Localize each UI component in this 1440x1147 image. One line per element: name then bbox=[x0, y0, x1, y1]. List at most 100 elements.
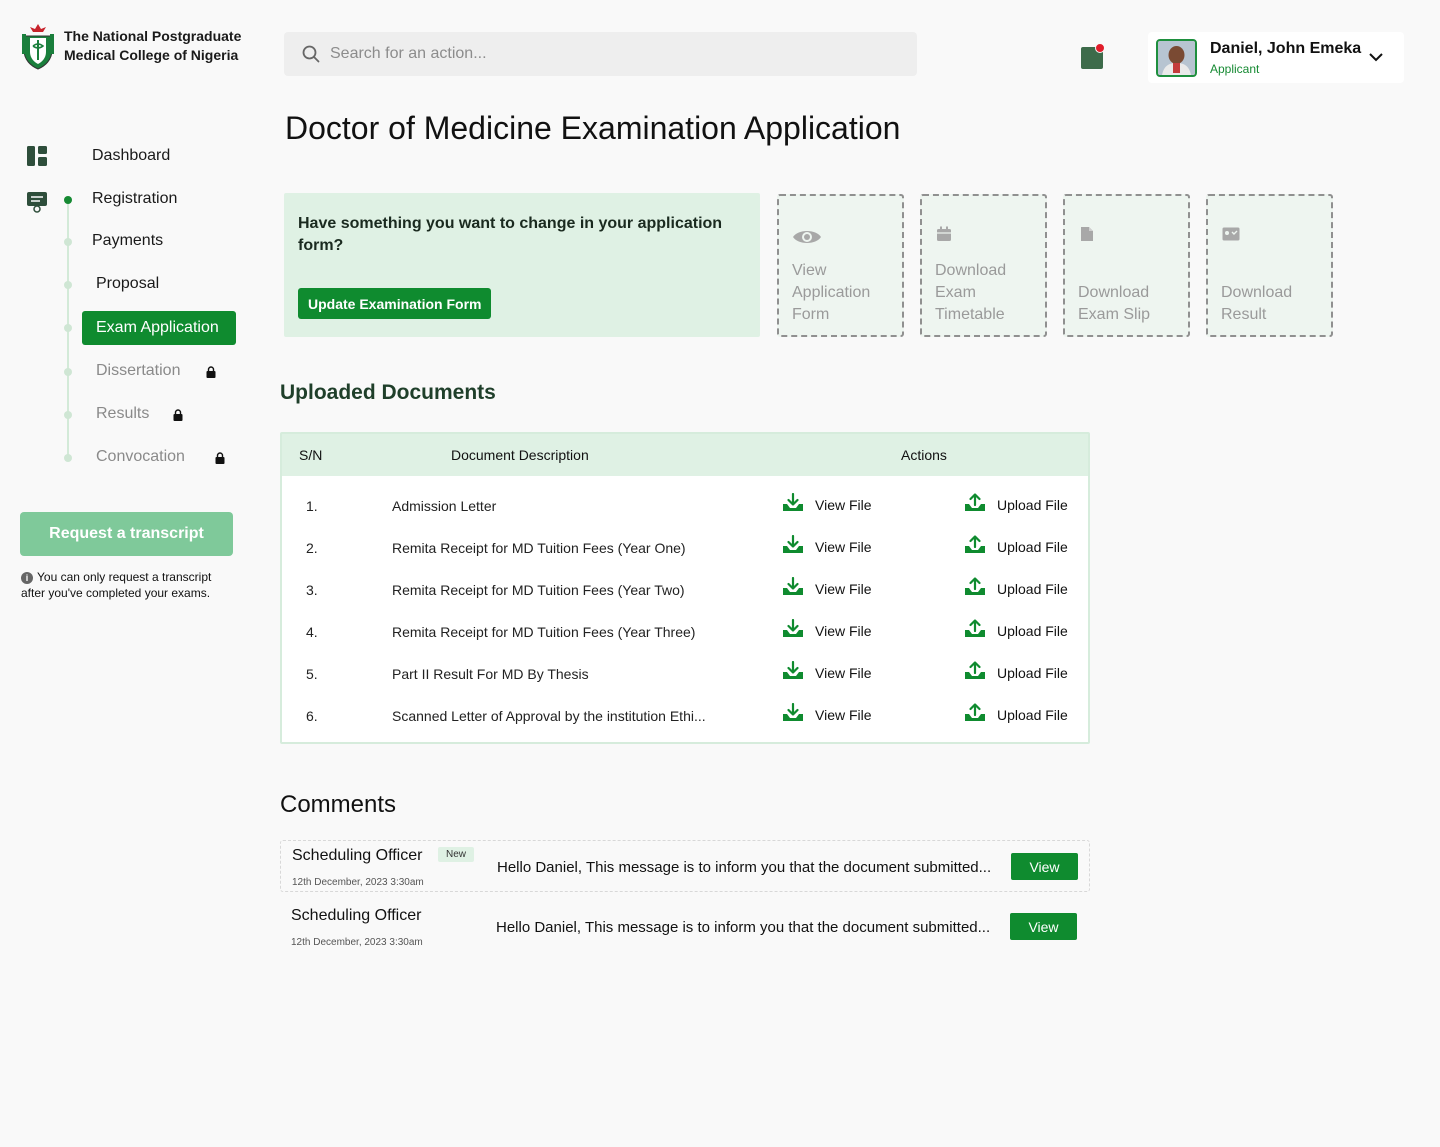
eye-icon bbox=[793, 231, 821, 243]
card-label-line: View bbox=[792, 262, 827, 279]
upload-file-button[interactable]: Upload File bbox=[964, 661, 1068, 684]
table-row: 3. Remita Receipt for MD Tuition Fees (Ye… bbox=[282, 569, 1088, 611]
progress-dot bbox=[64, 324, 72, 332]
transcript-note: i You can only request a transcript after… bbox=[21, 569, 236, 601]
update-form-card: Have something you want to change in you… bbox=[284, 193, 760, 337]
view-application-form-card[interactable]: View Application Form bbox=[777, 194, 904, 337]
request-transcript-button[interactable]: Request a transcript bbox=[20, 512, 233, 556]
chevron-down-icon[interactable] bbox=[1368, 49, 1384, 65]
download-icon bbox=[782, 702, 804, 726]
row-serial-number: 5. bbox=[306, 666, 318, 682]
sidebar-item-results[interactable]: Results bbox=[96, 405, 149, 423]
view-file-button[interactable]: View File bbox=[782, 702, 872, 726]
view-file-label: View File bbox=[815, 496, 872, 513]
download-exam-slip-card[interactable]: Download Exam Slip bbox=[1063, 194, 1190, 337]
sidebar-item-convocation[interactable]: Convocation bbox=[96, 448, 185, 466]
card-label-line: Exam Slip bbox=[1078, 306, 1151, 323]
id-card-icon bbox=[1222, 227, 1240, 241]
search-bar[interactable] bbox=[284, 32, 917, 76]
sidebar-item-exam-application[interactable]: Exam Application bbox=[82, 311, 236, 345]
sidebar-item-dashboard[interactable]: Dashboard bbox=[92, 147, 170, 165]
college-name-line1: The National Postgraduate bbox=[64, 28, 242, 44]
view-file-button[interactable]: View File bbox=[782, 618, 872, 642]
comment-date: 12th December, 2023 3:30am bbox=[291, 937, 423, 948]
sidebar-item-proposal[interactable]: Proposal bbox=[96, 275, 159, 293]
card-label-line: Form bbox=[792, 306, 830, 323]
card-label-line: Download bbox=[1078, 284, 1150, 301]
progress-dot-active bbox=[64, 196, 72, 204]
upload-icon bbox=[964, 493, 986, 516]
view-file-button[interactable]: View File bbox=[782, 534, 872, 558]
upload-file-button[interactable]: Upload File bbox=[964, 535, 1068, 558]
transcript-note-text: You can only request a transcript after … bbox=[21, 570, 212, 600]
college-crest-icon bbox=[22, 24, 54, 70]
avatar bbox=[1156, 38, 1197, 77]
progress-dot bbox=[64, 368, 72, 376]
download-icon bbox=[782, 660, 804, 684]
card-label-line: Application bbox=[792, 284, 871, 301]
row-serial-number: 2. bbox=[306, 540, 318, 556]
view-file-button[interactable]: View File bbox=[782, 492, 872, 516]
card-label-line: Exam bbox=[935, 284, 976, 301]
view-comment-button[interactable]: View bbox=[1010, 913, 1077, 940]
row-document-description: Scanned Letter of Approval by the instit… bbox=[392, 708, 706, 724]
search-icon bbox=[302, 45, 320, 63]
row-document-description: Admission Letter bbox=[392, 498, 497, 514]
calendar-icon bbox=[937, 226, 951, 241]
lock-icon bbox=[173, 409, 183, 421]
upload-file-label: Upload File bbox=[997, 622, 1068, 639]
progress-dot bbox=[64, 454, 72, 462]
college-name: The National Postgraduate Medical Colleg… bbox=[64, 27, 241, 65]
lock-icon bbox=[206, 366, 216, 378]
row-document-description: Remita Receipt for MD Tuition Fees (Year… bbox=[392, 582, 685, 598]
row-document-description: Remita Receipt for MD Tuition Fees (Year… bbox=[392, 624, 696, 640]
upload-icon bbox=[964, 661, 986, 684]
view-file-button[interactable]: View File bbox=[782, 576, 872, 600]
table-row: 2. Remita Receipt for MD Tuition Fees (Ye… bbox=[282, 527, 1088, 569]
upload-file-label: Upload File bbox=[997, 580, 1068, 597]
download-icon bbox=[782, 618, 804, 642]
card-label-line: Timetable bbox=[935, 306, 1005, 323]
notification-bell-icon[interactable] bbox=[1081, 44, 1105, 70]
table-row: 4. Remita Receipt for MD Tuition Fees (Ye… bbox=[282, 611, 1088, 653]
file-icon bbox=[1081, 227, 1093, 241]
registration-icon bbox=[27, 192, 47, 213]
card-label-line: Download bbox=[1221, 284, 1293, 301]
update-examination-form-button[interactable]: Update Examination Form bbox=[298, 288, 492, 319]
view-file-label: View File bbox=[815, 580, 872, 597]
card-label: Download Exam Timetable bbox=[935, 260, 1006, 326]
upload-file-button[interactable]: Upload File bbox=[964, 493, 1068, 516]
college-name-line2: Medical College of Nigeria bbox=[64, 47, 239, 63]
view-comment-button[interactable]: View bbox=[1011, 853, 1078, 880]
dashboard-icon bbox=[27, 146, 47, 166]
card-label-line: Download bbox=[935, 262, 1007, 279]
new-badge: New bbox=[438, 847, 475, 862]
download-result-card[interactable]: Download Result bbox=[1206, 194, 1333, 337]
upload-file-button[interactable]: Upload File bbox=[964, 577, 1068, 600]
comment-date: 12th December, 2023 3:30am bbox=[292, 877, 424, 888]
sidebar-item-dissertation[interactable]: Dissertation bbox=[96, 362, 180, 380]
upload-file-button[interactable]: Upload File bbox=[964, 619, 1068, 642]
sidebar-item-registration[interactable]: Registration bbox=[92, 190, 177, 208]
view-file-label: View File bbox=[815, 538, 872, 555]
user-profile-menu[interactable]: Daniel, John Emeka Applicant bbox=[1148, 32, 1404, 83]
view-file-label: View File bbox=[815, 622, 872, 639]
college-logo[interactable]: The National Postgraduate Medical Colleg… bbox=[20, 22, 241, 70]
view-file-label: View File bbox=[815, 706, 872, 723]
upload-file-label: Upload File bbox=[997, 706, 1068, 723]
row-serial-number: 6. bbox=[306, 708, 318, 724]
upload-file-label: Upload File bbox=[997, 664, 1068, 681]
download-exam-timetable-card[interactable]: Download Exam Timetable bbox=[920, 194, 1047, 337]
row-serial-number: 4. bbox=[306, 624, 318, 640]
row-document-description: Part II Result For MD By Thesis bbox=[392, 666, 589, 682]
sidebar-item-payments[interactable]: Payments bbox=[92, 232, 163, 250]
view-file-button[interactable]: View File bbox=[782, 660, 872, 684]
documents-table: S/N Document Description Actions 1. Admis… bbox=[280, 432, 1090, 744]
search-input[interactable] bbox=[330, 45, 890, 63]
comment-item: Scheduling Officer 12th December, 2023 3… bbox=[280, 901, 1090, 953]
upload-file-button[interactable]: Upload File bbox=[964, 703, 1068, 726]
progress-dot bbox=[64, 281, 72, 289]
card-label: View Application Form bbox=[792, 260, 870, 326]
upload-file-label: Upload File bbox=[997, 538, 1068, 555]
upload-icon bbox=[964, 619, 986, 642]
